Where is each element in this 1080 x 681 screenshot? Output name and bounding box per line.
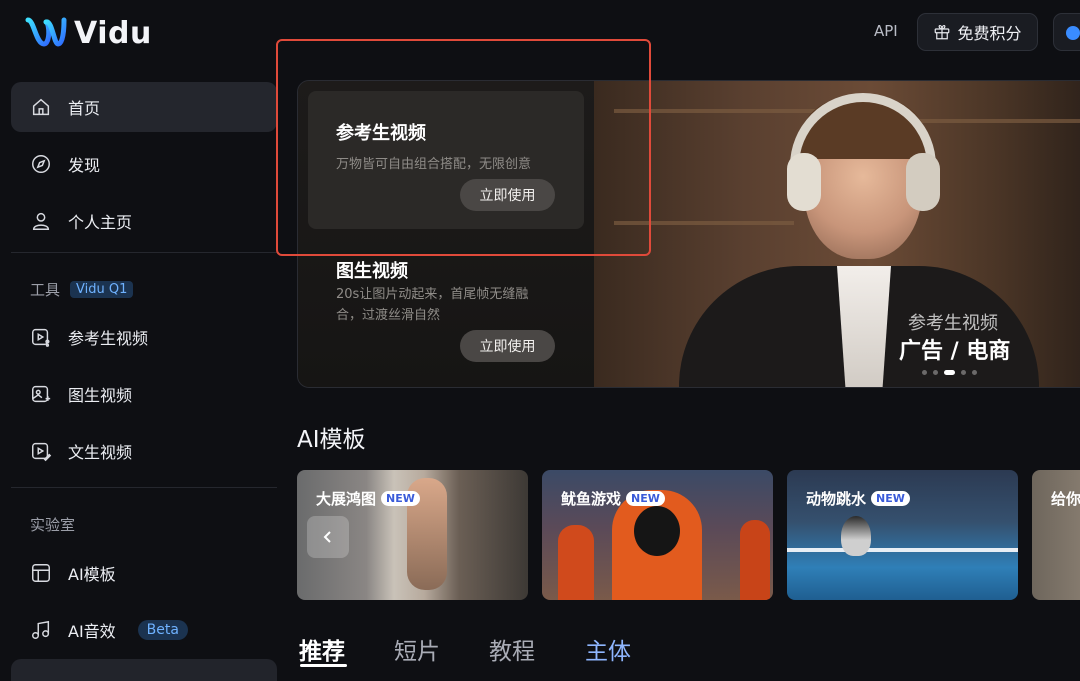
beta-badge: Beta <box>137 620 188 640</box>
sidebar-item-label: AI音效 <box>68 622 116 641</box>
template-icon <box>30 562 52 584</box>
carousel-dots[interactable] <box>922 370 977 375</box>
lab-section-label: 实验室 <box>30 514 75 535</box>
vidu-logo-icon <box>25 17 67 47</box>
tools-section-label: 工具 Vidu Q1 <box>30 279 134 300</box>
template-label: 给你 <box>1051 488 1080 509</box>
gift-icon <box>935 25 950 40</box>
ai-templates-title: AI模板 <box>297 427 366 453</box>
lab-label: 实验室 <box>30 516 76 534</box>
sidebar-item-label: 首页 <box>68 99 101 118</box>
card2-title[interactable]: 图生视频 <box>336 257 408 283</box>
account-icon <box>1066 26 1080 40</box>
divider <box>11 487 277 488</box>
sidebar-item-text-to-video[interactable]: 文生视频 <box>11 426 277 476</box>
carousel-dot-active[interactable] <box>944 370 955 375</box>
template-card[interactable]: 动物跳水 NEW <box>787 470 1018 600</box>
new-badge: NEW <box>871 491 910 506</box>
reference-video-icon <box>30 326 52 348</box>
use-now-button[interactable]: 立即使用 <box>460 179 555 211</box>
carousel-dot[interactable] <box>922 370 927 375</box>
api-link[interactable]: API <box>874 22 898 40</box>
card2-desc-line2: 合，过渡丝滑自然 <box>336 308 441 323</box>
sidebar-item-label: 图生视频 <box>68 386 133 405</box>
download-app-button[interactable] <box>11 659 277 681</box>
use-now-button[interactable]: 立即使用 <box>460 330 555 362</box>
sidebar-item-label: 发现 <box>68 156 101 175</box>
carousel-dot[interactable] <box>933 370 938 375</box>
template-name: 鱿鱼游戏 <box>561 490 622 508</box>
free-credits-label: 免费积分 <box>957 24 1022 43</box>
template-card[interactable]: 大展鸿图 NEW <box>297 470 528 600</box>
hero-caption-category: 参考生视频 <box>908 313 998 334</box>
tab-shorts[interactable]: 短片 <box>394 632 440 666</box>
model-tag: Vidu Q1 <box>70 281 134 298</box>
new-badge: NEW <box>381 491 420 506</box>
sidebar-item-label: 参考生视频 <box>68 329 149 348</box>
hero-card-active[interactable]: 参考生视频 万物皆可自由组合搭配，无限创意 立即使用 <box>308 91 584 229</box>
account-button[interactable] <box>1053 13 1080 51</box>
sidebar-item-ai-templates[interactable]: AI模板 <box>11 548 277 598</box>
hero-caption-title: 广告 / 电商 <box>899 339 1011 364</box>
template-label: 鱿鱼游戏 NEW <box>561 488 665 509</box>
free-credits-button[interactable]: 免费积分 <box>917 13 1038 51</box>
prev-button[interactable] <box>307 516 349 558</box>
tab-recommended[interactable]: 推荐 <box>299 632 345 666</box>
user-icon <box>30 210 52 232</box>
template-name: 大展鸿图 <box>316 490 377 508</box>
tools-label: 工具 <box>30 281 61 299</box>
template-card[interactable]: 鱿鱼游戏 NEW <box>542 470 773 600</box>
image-video-icon <box>30 383 52 405</box>
chevron-left-icon <box>323 531 331 543</box>
app-name: Vidu <box>74 15 152 51</box>
music-icon <box>30 619 52 641</box>
divider <box>11 252 277 253</box>
card2-desc-line1: 20s让图片动起来，首尾帧无缝融 <box>336 287 529 302</box>
template-label: 动物跳水 NEW <box>806 488 910 509</box>
compass-icon <box>30 153 52 175</box>
sidebar-item-home[interactable]: 首页 <box>11 82 277 132</box>
text-video-icon <box>30 440 52 462</box>
card-title: 参考生视频 <box>336 123 426 144</box>
home-icon <box>30 96 52 118</box>
carousel-dot[interactable] <box>961 370 966 375</box>
hero-banner[interactable]: 参考生视频 万物皆可自由组合搭配，无限创意 立即使用 图生视频 20s让图片动起… <box>297 80 1080 388</box>
tab-subjects[interactable]: 主体 <box>585 632 631 666</box>
template-label: 大展鸿图 NEW <box>316 488 420 509</box>
sidebar-item-discover[interactable]: 发现 <box>11 139 277 189</box>
tab-tutorials[interactable]: 教程 <box>489 632 535 666</box>
new-badge: NEW <box>626 491 665 506</box>
sidebar-item-profile[interactable]: 个人主页 <box>11 196 277 246</box>
template-name: 动物跳水 <box>806 490 867 508</box>
active-tab-indicator <box>300 664 347 667</box>
sidebar-item-label: 个人主页 <box>68 213 133 232</box>
sidebar: Vidu 首页 发现 个人主页 工具 Vidu Q1 参考生视频 图生视频 文生… <box>0 0 280 681</box>
template-card[interactable]: 给你 <box>1032 470 1080 600</box>
sidebar-item-label: AI模板 <box>68 565 116 584</box>
sidebar-item-reference-video[interactable]: 参考生视频 <box>11 312 277 362</box>
template-name: 给你 <box>1051 490 1080 508</box>
carousel-dot[interactable] <box>972 370 977 375</box>
sidebar-item-label: 文生视频 <box>68 443 133 462</box>
logo[interactable]: Vidu <box>24 14 152 52</box>
card-desc: 万物皆可自由组合搭配，无限创意 <box>336 157 532 172</box>
sidebar-item-ai-sound[interactable]: AI音效 Beta <box>11 605 277 655</box>
sidebar-item-image-to-video[interactable]: 图生视频 <box>11 369 277 419</box>
